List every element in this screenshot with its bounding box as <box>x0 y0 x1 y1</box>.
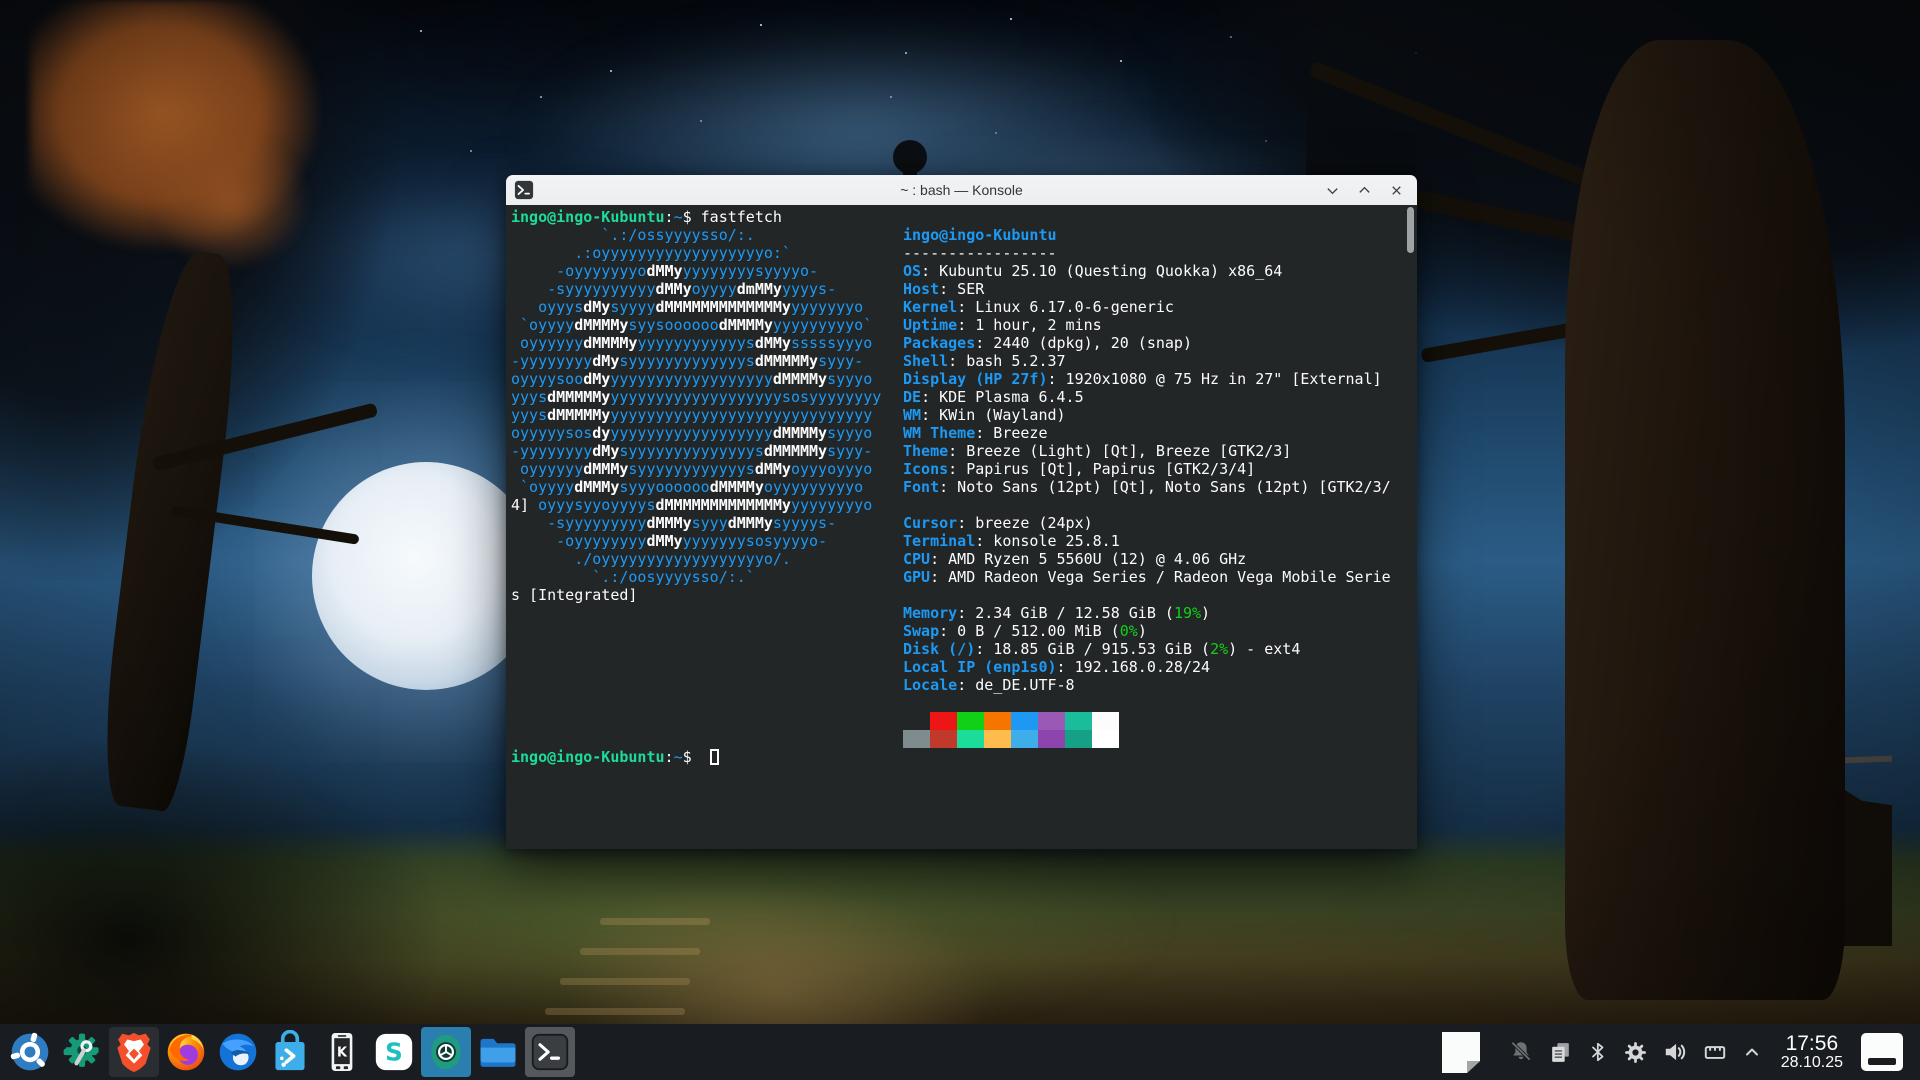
terminal-color-block <box>984 730 1011 748</box>
dolphin-icon <box>477 1034 519 1070</box>
tray-volume[interactable] <box>1662 1039 1688 1065</box>
settings-icon <box>61 1030 103 1074</box>
terminal-color-block <box>1038 730 1065 748</box>
task-manager: KS <box>0 1027 576 1077</box>
terminal-color-block <box>1065 712 1092 730</box>
terminal-color-block <box>957 730 984 748</box>
tray-bluetooth[interactable] <box>1587 1040 1609 1064</box>
terminal-cursor <box>710 749 719 765</box>
clipboard-icon <box>1548 1040 1573 1065</box>
taskbar: KS 17:56 28.10.25 <box>0 1024 1920 1080</box>
terminal-color-block <box>903 730 930 748</box>
window-title: ~ : bash — Konsole <box>506 182 1417 198</box>
tray-network[interactable] <box>1702 1039 1728 1065</box>
terminal-output-right: ingo@ingo-Kubuntu-----------------OS: Ku… <box>903 226 1391 748</box>
surfshark-icon: S <box>374 1032 414 1072</box>
scrollbar-handle[interactable] <box>1407 207 1414 253</box>
taskbar-item-app-launcher-kubuntu[interactable] <box>5 1027 55 1077</box>
taskbar-item-thunderbird[interactable] <box>213 1027 263 1077</box>
thunderbird-icon <box>216 1030 260 1074</box>
window-titlebar[interactable]: ~ : bash — Konsole <box>506 175 1417 206</box>
terminal-color-block <box>957 712 984 730</box>
digital-clock[interactable]: 17:56 28.10.25 <box>1781 1033 1843 1071</box>
firefox-icon <box>164 1030 208 1074</box>
terminal-color-block <box>984 712 1011 730</box>
clock-date: 28.10.25 <box>1781 1054 1843 1071</box>
gear-icon <box>1623 1040 1648 1065</box>
caret-up-icon <box>1742 1042 1762 1062</box>
taskbar-item-surfshark[interactable]: S <box>369 1027 419 1077</box>
bluetooth-icon <box>1587 1040 1609 1064</box>
minimize-button[interactable] <box>1323 181 1341 199</box>
tray-expand-tray[interactable] <box>1742 1042 1762 1062</box>
taskbar-item-kdeconnect[interactable]: K <box>317 1027 367 1077</box>
taskbar-item-discover[interactable] <box>265 1027 315 1077</box>
terminal-area[interactable]: ingo@ingo-Kubuntu:~$ fastfetch `.:/ossyy… <box>506 205 1417 849</box>
close-button[interactable] <box>1387 181 1405 199</box>
taskbar-item-firefox[interactable] <box>161 1027 211 1077</box>
svg-text:K: K <box>337 1045 348 1060</box>
kdeconnect-icon: K <box>323 1030 361 1074</box>
tray-notifications-muted[interactable] <box>1508 1039 1534 1065</box>
terminal-color-block <box>1011 712 1038 730</box>
network-icon <box>1702 1039 1728 1065</box>
system-tray: 17:56 28.10.25 <box>1430 1028 1920 1076</box>
terminal-color-block <box>930 712 957 730</box>
terminal-color-block <box>1065 730 1092 748</box>
terminal-color-block <box>1092 712 1119 730</box>
maximize-button[interactable] <box>1355 181 1373 199</box>
clock-time: 17:56 <box>1781 1033 1843 1054</box>
discover-icon <box>270 1030 310 1074</box>
spectacle-icon <box>427 1031 465 1073</box>
taskbar-item-system-settings[interactable] <box>57 1027 107 1077</box>
terminal-color-block <box>930 730 957 748</box>
konsole-window: ~ : bash — Konsole ingo@ingo-Kubuntu:~$ … <box>506 175 1417 849</box>
show-desktop-button[interactable] <box>1859 1031 1905 1073</box>
konsole-icon <box>530 1032 570 1072</box>
taskbar-item-konsole[interactable] <box>525 1027 575 1077</box>
svg-text:S: S <box>385 1038 403 1067</box>
terminal-color-block <box>903 712 930 730</box>
notes-widget[interactable] <box>1437 1028 1485 1076</box>
konsole-window-icon <box>514 180 534 200</box>
volume-icon <box>1662 1039 1688 1065</box>
kubuntu-icon <box>8 1030 52 1074</box>
terminal-output-left: ingo@ingo-Kubuntu:~$ fastfetch `.:/ossyy… <box>511 208 881 766</box>
taskbar-item-brave-browser[interactable] <box>109 1027 159 1077</box>
terminal-color-block <box>1092 730 1119 748</box>
taskbar-item-spectacle[interactable] <box>421 1027 471 1077</box>
brave-icon <box>114 1030 154 1074</box>
terminal-color-block <box>1038 712 1065 730</box>
tray-clipboard[interactable] <box>1548 1040 1573 1065</box>
taskbar-item-dolphin-file-manager[interactable] <box>473 1027 523 1077</box>
desktop: ~ : bash — Konsole ingo@ingo-Kubuntu:~$ … <box>0 0 1920 1080</box>
terminal-color-block <box>1011 730 1038 748</box>
tray-updates-gear[interactable] <box>1623 1040 1648 1065</box>
bell-muted-icon <box>1508 1039 1534 1065</box>
